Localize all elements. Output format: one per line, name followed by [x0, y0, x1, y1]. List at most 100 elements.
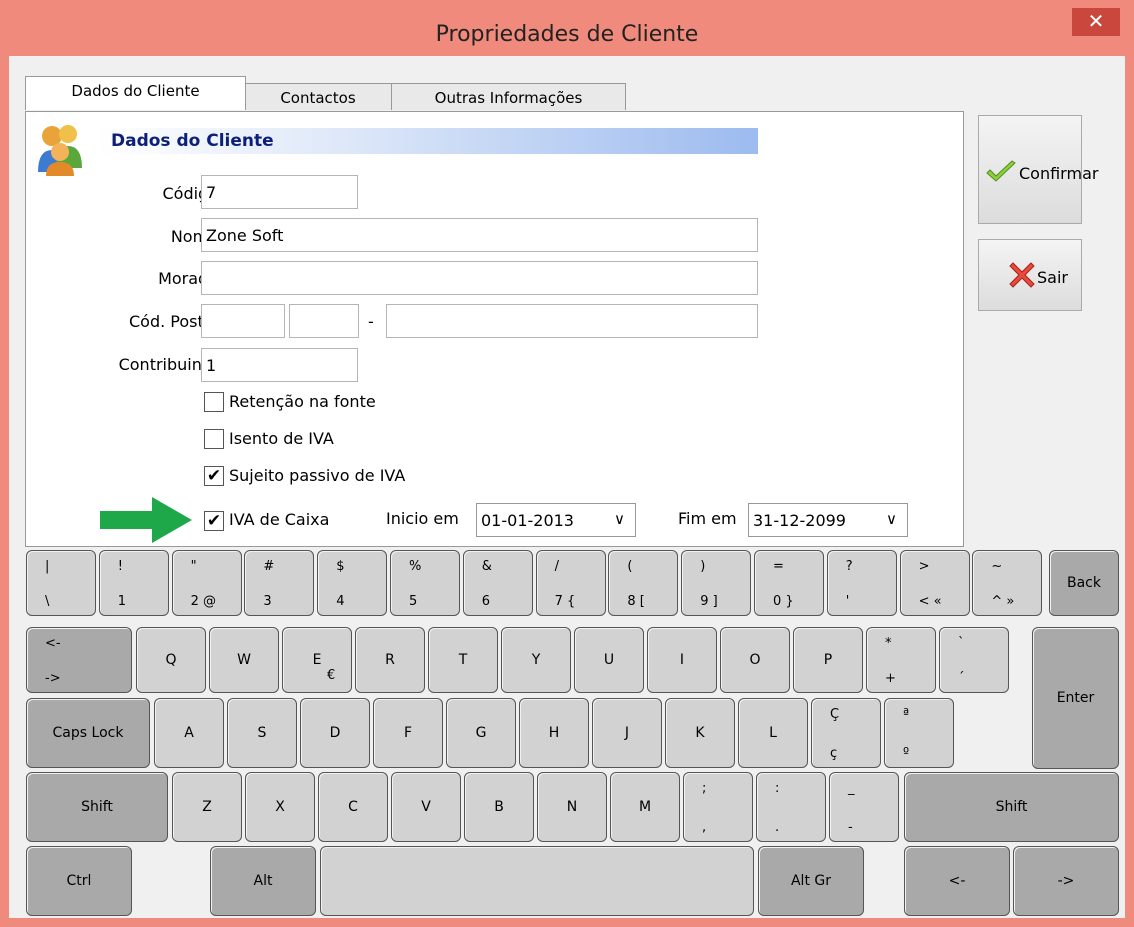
key-top-label: $	[336, 559, 345, 574]
key-u[interactable]: U	[574, 627, 644, 693]
morada-label: Morada	[158, 269, 218, 288]
key-label: Ctrl	[66, 873, 92, 889]
key-row1-2[interactable]: " 2 @	[171, 550, 242, 616]
key-row1-6[interactable]: & 6	[462, 550, 533, 616]
key-alt[interactable]: Alt	[210, 846, 316, 916]
key-e[interactable]: E €	[282, 627, 352, 693]
key-top-label: %	[409, 559, 422, 574]
key-row1-5[interactable]: % 5	[390, 550, 460, 616]
key-row1-13[interactable]: ~ ^ »	[972, 550, 1043, 616]
exit-button[interactable]: Sair	[978, 239, 1082, 311]
nome-field[interactable]: Zone Soft	[201, 218, 758, 252]
key-row2-extra-0[interactable]: * +	[866, 627, 936, 693]
key-row1-1[interactable]: ! 1	[98, 550, 169, 616]
localidade-field[interactable]	[386, 304, 758, 338]
key-label: D	[329, 725, 341, 741]
key-x[interactable]: X	[245, 772, 315, 842]
key-l[interactable]: L	[738, 698, 808, 768]
key-left-arrow[interactable]: <-	[904, 846, 1010, 916]
key-row1-8[interactable]: (8 [	[608, 550, 679, 616]
sujeito-passivo-checkbox[interactable]: ✔	[204, 466, 224, 486]
key-t[interactable]: T	[428, 627, 498, 693]
cod-postal-field-2[interactable]	[289, 304, 359, 338]
key-g[interactable]: G	[446, 698, 516, 768]
key-row1-3[interactable]: #3	[244, 550, 315, 616]
key-i[interactable]: I	[647, 627, 717, 693]
retencao-checkbox[interactable]	[204, 392, 224, 412]
key-label: L	[769, 725, 777, 741]
key-row1-4[interactable]: $4	[317, 550, 388, 616]
key-bottom-label: < «	[918, 594, 942, 609]
key-caps-lock[interactable]: Caps Lock	[26, 698, 150, 768]
key-label: U	[603, 652, 615, 668]
inicio-date-value: 01-01-2013	[481, 511, 574, 530]
chevron-down-icon: ∨	[614, 510, 625, 528]
key-p[interactable]: P	[793, 627, 863, 693]
exit-label: Sair	[1037, 268, 1068, 287]
tab-contactos[interactable]: Contactos	[244, 83, 392, 110]
key-row4-extra-0[interactable]: ;,	[683, 772, 753, 842]
key-m[interactable]: M	[610, 772, 680, 842]
key-row1-11[interactable]: ? '	[826, 550, 897, 616]
key-shift-right[interactable]: Shift	[904, 772, 1119, 842]
key-n[interactable]: N	[537, 772, 607, 842]
contribuinte-field[interactable]: 1	[201, 348, 358, 382]
key-row1-9[interactable]: ) 9 ]	[681, 550, 752, 616]
key-row3-extra-1[interactable]: ªº	[884, 698, 954, 768]
inicio-date-picker[interactable]: 01-01-2013 ∨	[476, 503, 636, 537]
key-z[interactable]: Z	[172, 772, 242, 842]
key-v[interactable]: V	[391, 772, 461, 842]
key-b[interactable]: B	[464, 772, 534, 842]
key-f[interactable]: F	[373, 698, 443, 768]
key-label: A	[184, 725, 194, 741]
key-bottom-label: .	[775, 820, 780, 835]
key-row4-extra-1[interactable]: :.	[756, 772, 826, 842]
key-h[interactable]: H	[519, 698, 589, 768]
key-space[interactable]	[320, 846, 754, 916]
key-alt-gr[interactable]: Alt Gr	[758, 846, 864, 916]
key-row3-extra-0[interactable]: Çç	[811, 698, 881, 768]
key-s[interactable]: S	[227, 698, 297, 768]
fim-date-picker[interactable]: 31-12-2099 ∨	[748, 503, 908, 537]
iva-caixa-checkbox[interactable]: ✔	[204, 511, 224, 531]
nome-label: Nome	[170, 227, 218, 246]
key-ctrl[interactable]: Ctrl	[26, 846, 132, 916]
key-alt-label: €	[327, 668, 336, 683]
key-w[interactable]: W	[209, 627, 279, 693]
chevron-down-icon: ∨	[886, 510, 897, 528]
morada-field[interactable]	[201, 261, 758, 295]
key-row1-0[interactable]: | \	[26, 550, 96, 616]
key-j[interactable]: J	[592, 698, 662, 768]
cod-postal-field-1[interactable]	[201, 304, 285, 338]
key-shift-left[interactable]: Shift	[26, 772, 168, 842]
key-c[interactable]: C	[318, 772, 388, 842]
key-row2-extra-1[interactable]: ` ´	[939, 627, 1009, 693]
codigo-field[interactable]: 7	[201, 175, 358, 209]
key-d[interactable]: D	[300, 698, 370, 768]
key-row1-12[interactable]: > < «	[899, 550, 970, 616]
key-o[interactable]: O	[720, 627, 790, 693]
key-r[interactable]: R	[355, 627, 425, 693]
key-row1-10[interactable]: = 0 }	[754, 550, 824, 616]
key-bottom-label: 3	[263, 594, 272, 609]
key-k[interactable]: K	[665, 698, 735, 768]
key-q[interactable]: Q	[136, 627, 206, 693]
isento-checkbox[interactable]	[204, 429, 224, 449]
key-label: F	[403, 725, 413, 741]
key-tab[interactable]: <- ->	[26, 627, 132, 693]
key-top-label: )	[700, 559, 706, 574]
key-y[interactable]: Y	[501, 627, 571, 693]
key-right-arrow[interactable]: ->	[1013, 846, 1119, 916]
key-enter[interactable]: Enter	[1032, 627, 1119, 769]
confirm-button[interactable]: Confirmar	[978, 115, 1098, 224]
client-data-panel: Dados do Cliente Código 7 Nome Zone Soft…	[25, 111, 964, 547]
key-row4-extra-2[interactable]: _ -	[829, 772, 899, 842]
close-button[interactable]: ✕	[1072, 8, 1120, 36]
key-back[interactable]: Back	[1049, 550, 1119, 616]
key-row1-7[interactable]: / 7 {	[535, 550, 606, 616]
key-a[interactable]: A	[154, 698, 224, 768]
tab-outras-informacoes[interactable]: Outras Informações	[391, 83, 626, 110]
key-bottom-label: ,	[702, 820, 707, 835]
tab-dados-cliente[interactable]: Dados do Cliente	[25, 76, 246, 110]
key-label: O	[749, 652, 761, 668]
